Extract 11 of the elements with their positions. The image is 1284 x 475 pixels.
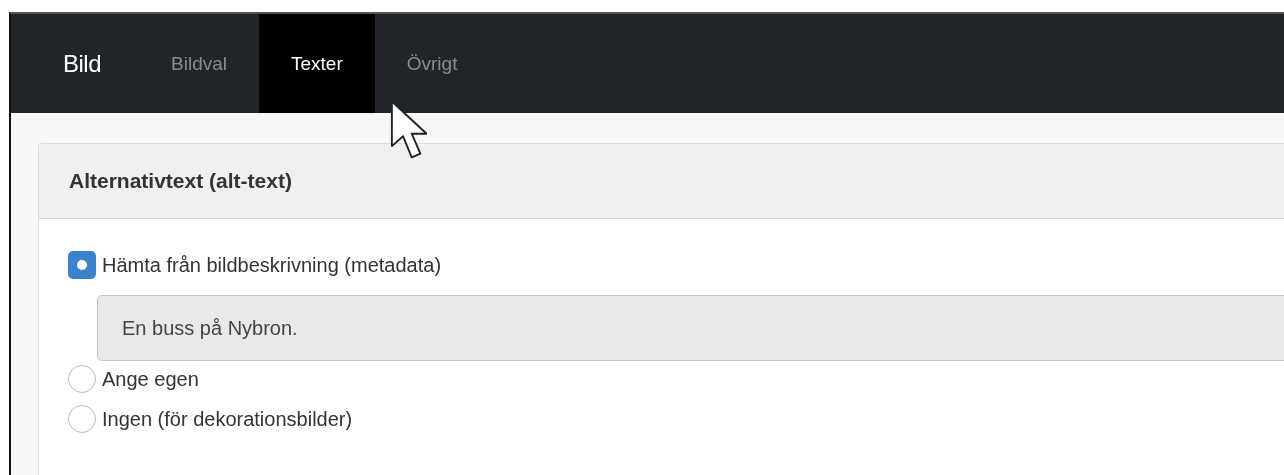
- panel-title: Alternativtext (alt-text): [69, 169, 292, 193]
- radio-button[interactable]: [68, 405, 96, 433]
- radio-label: Ange egen: [102, 367, 199, 391]
- nav-tab[interactable]: Texter: [259, 14, 375, 113]
- nav-tab[interactable]: Övrigt: [374, 14, 490, 113]
- radio-button[interactable]: [68, 251, 96, 279]
- radio-button[interactable]: [68, 365, 96, 393]
- radio-label: Ingen (för dekorationsbilder): [102, 407, 353, 431]
- brand-title: Bild: [63, 49, 102, 78]
- nav-tab[interactable]: Bildval: [139, 14, 259, 113]
- radio-label: Hämta från bildbeskrivning (metadata): [102, 253, 442, 277]
